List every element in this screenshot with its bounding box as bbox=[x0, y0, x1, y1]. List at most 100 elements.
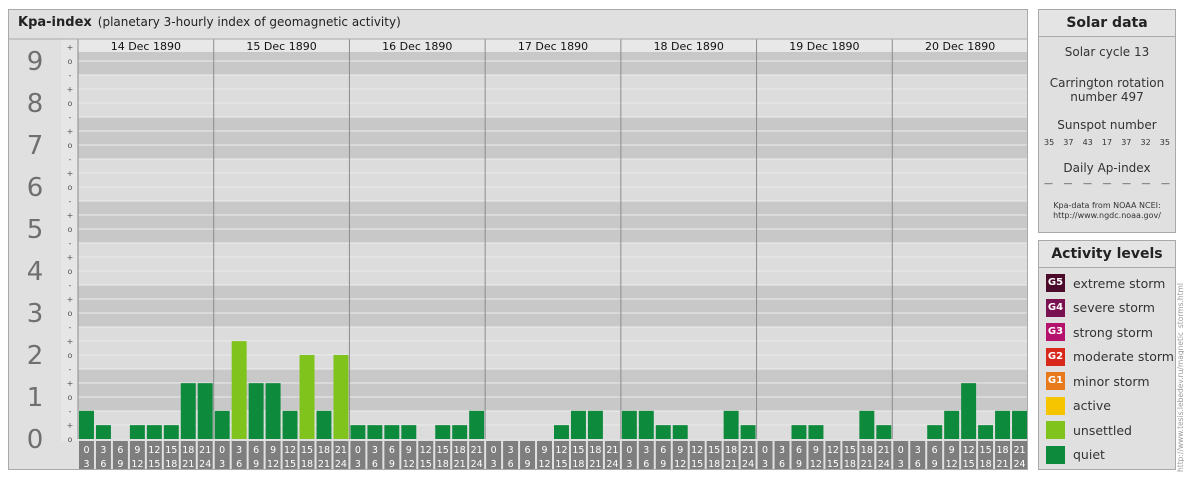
interval-end-label: 6 bbox=[372, 459, 378, 469]
solar-data-title: Solar data bbox=[1066, 15, 1148, 31]
interval-end-label: 21 bbox=[861, 459, 873, 469]
ap-value: — bbox=[1102, 179, 1112, 189]
kp-bar bbox=[723, 410, 739, 439]
interval-start-label: 3 bbox=[236, 445, 242, 456]
interval-end-label: 12 bbox=[403, 459, 415, 469]
ap-value: — bbox=[1161, 179, 1170, 189]
interval-start-label: 3 bbox=[915, 445, 921, 456]
sub-tick-label: + bbox=[67, 43, 74, 52]
legend-label: active bbox=[1073, 398, 1111, 413]
interval-start-label: 12 bbox=[691, 445, 703, 456]
interval-start-label: 15 bbox=[708, 445, 720, 456]
sub-tick-label: + bbox=[67, 253, 74, 262]
sub-tick-label: - bbox=[69, 155, 72, 164]
interval-start-label: 9 bbox=[813, 445, 819, 456]
legend-label: unsettled bbox=[1073, 422, 1132, 438]
y-tick-label: 5 bbox=[27, 215, 44, 245]
kp-band bbox=[78, 159, 1027, 201]
kp-band bbox=[78, 327, 1027, 369]
sunspot-value: 32 bbox=[1140, 138, 1151, 147]
data-source-link[interactable]: http://www.ngdc.noaa.gov/ bbox=[1039, 211, 1175, 221]
day-label: 16 Dec 1890 bbox=[382, 40, 452, 53]
chart-title: Kpa-index (planetary 3-hourly index of ge… bbox=[18, 15, 401, 30]
kp-bar bbox=[452, 425, 468, 439]
legend-swatch: G1 bbox=[1046, 372, 1065, 390]
legend-swatch: G4 bbox=[1046, 298, 1065, 317]
day-label: 18 Dec 1890 bbox=[654, 40, 724, 53]
interval-start-label: 6 bbox=[253, 445, 259, 456]
kp-bar bbox=[248, 383, 264, 439]
interval-start-label: 18 bbox=[589, 445, 601, 456]
interval-end-label: 6 bbox=[100, 459, 106, 469]
interval-end-label: 9 bbox=[660, 459, 666, 469]
carrington-line-1: Carrington rotation bbox=[1049, 76, 1165, 90]
interval-start-label: 12 bbox=[827, 445, 839, 456]
y-tick-label: 3 bbox=[27, 299, 44, 329]
interval-start-label: 9 bbox=[134, 445, 140, 456]
interval-start-label: 9 bbox=[406, 445, 412, 456]
interval-end-label: 15 bbox=[691, 459, 703, 469]
y-tick-label: 4 bbox=[27, 257, 44, 287]
kp-bar bbox=[978, 425, 994, 439]
interval-start-label: 18 bbox=[725, 445, 737, 456]
sub-tick-label: - bbox=[69, 197, 72, 206]
interval-end-label: 12 bbox=[946, 459, 958, 469]
sub-tick-label: + bbox=[67, 337, 74, 346]
interval-start-label: 9 bbox=[541, 445, 547, 456]
kp-band bbox=[78, 117, 1027, 159]
solar-data-header: Solar data bbox=[1039, 10, 1175, 37]
kp-bar bbox=[333, 355, 349, 439]
interval-end-label: 3 bbox=[83, 459, 89, 469]
sub-tick-label: - bbox=[69, 323, 72, 332]
legend-item-strong-storm: G3 strong storm bbox=[1046, 323, 1175, 341]
kp-bar bbox=[808, 425, 824, 439]
sub-tick-label: + bbox=[67, 421, 74, 430]
interval-end-label: 15 bbox=[148, 459, 160, 469]
interval-start-label: 0 bbox=[219, 445, 225, 456]
ap-value: — bbox=[1141, 179, 1151, 189]
sub-tick-label: + bbox=[67, 379, 74, 388]
interval-end-label: 3 bbox=[626, 459, 632, 469]
kp-bar bbox=[316, 410, 332, 439]
kp-bar bbox=[367, 425, 383, 439]
kp-bar bbox=[621, 410, 637, 439]
interval-start-label: 12 bbox=[148, 445, 160, 456]
interval-start-label: 0 bbox=[626, 445, 632, 456]
kp-band bbox=[78, 201, 1027, 243]
interval-start-label: 3 bbox=[779, 445, 785, 456]
kp-bar bbox=[435, 425, 451, 439]
kp-bar bbox=[384, 425, 400, 439]
interval-start-label: 15 bbox=[437, 445, 449, 456]
interval-start-label: 18 bbox=[454, 445, 466, 456]
interval-start-label: 15 bbox=[165, 445, 177, 456]
ap-index-label: Daily Ap-index bbox=[1063, 161, 1151, 175]
legend-swatch bbox=[1046, 421, 1065, 439]
interval-end-label: 18 bbox=[165, 459, 177, 469]
chart-title-main: Kpa-index bbox=[18, 15, 92, 30]
day-label: 20 Dec 1890 bbox=[925, 40, 995, 53]
kp-bar bbox=[995, 410, 1011, 439]
interval-end-label: 6 bbox=[236, 459, 242, 469]
day-label: 19 Dec 1890 bbox=[789, 40, 859, 53]
kp-bar bbox=[876, 425, 892, 439]
interval-end-label: 9 bbox=[932, 459, 938, 469]
interval-start-label: 3 bbox=[643, 445, 649, 456]
interval-end-label: 3 bbox=[491, 459, 497, 469]
chart-subtitle: (planetary 3-hourly index of geomagnetic… bbox=[97, 15, 401, 29]
legend-label: extreme storm bbox=[1073, 275, 1166, 291]
interval-start-label: 21 bbox=[606, 445, 618, 456]
solar-cycle: Solar cycle 13 bbox=[1064, 45, 1150, 59]
sub-tick-label: + bbox=[67, 169, 74, 178]
interval-start-label: 6 bbox=[932, 445, 938, 456]
sunspot-value: 17 bbox=[1101, 138, 1113, 147]
kp-bar bbox=[570, 410, 586, 439]
activity-legend: G5 extreme storm G4 severe storm G3 stro… bbox=[1039, 268, 1175, 464]
kp-bar bbox=[146, 425, 162, 439]
sub-tick-label: o bbox=[68, 393, 73, 402]
sub-tick-label: - bbox=[69, 365, 72, 374]
kp-bar bbox=[944, 410, 960, 439]
sunspot-label: Sunspot number bbox=[1057, 118, 1157, 132]
legend-label: quiet bbox=[1073, 447, 1105, 462]
interval-end-label: 15 bbox=[963, 459, 975, 469]
interval-end-label: 24 bbox=[606, 459, 618, 469]
